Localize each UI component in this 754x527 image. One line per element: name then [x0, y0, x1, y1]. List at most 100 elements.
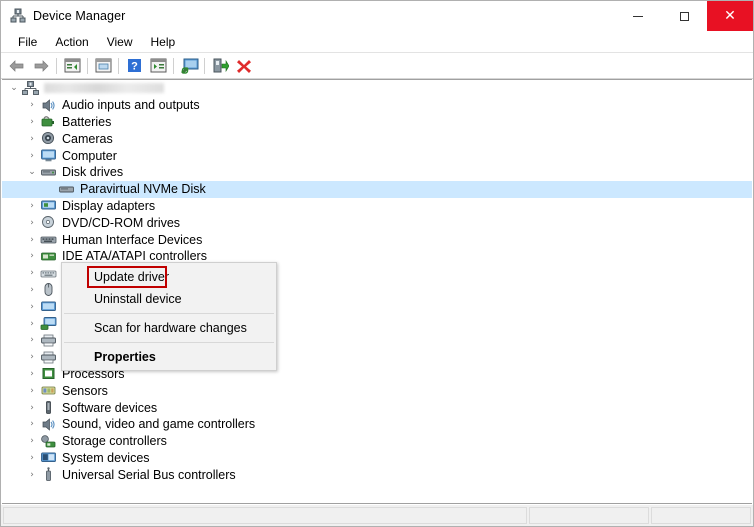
- context-menu-item-properties[interactable]: Properties: [62, 346, 276, 368]
- uninstall-device-button[interactable]: [232, 55, 256, 77]
- storage-controller-icon: [40, 434, 57, 449]
- chevron-right-icon[interactable]: ›: [24, 201, 40, 211]
- tree-item-label: Human Interface Devices: [62, 232, 203, 247]
- tree-item-storage-controllers[interactable]: › Storage controllers: [2, 433, 752, 450]
- tree-item-system-devices[interactable]: › System devices: [2, 450, 752, 467]
- tree-item-label: Audio inputs and outputs: [62, 98, 200, 113]
- tree-item-display-adapters[interactable]: › Display adapters: [2, 198, 752, 215]
- tree-item-paravirtual-nvme-disk[interactable]: Paravirtual NVMe Disk: [2, 180, 752, 198]
- tree-item-label: Disk drives: [62, 165, 124, 180]
- tree-item-computer[interactable]: › Computer: [2, 147, 752, 164]
- disk-drive-icon: [40, 165, 57, 180]
- maximize-button[interactable]: [661, 1, 707, 31]
- chevron-right-icon[interactable]: ›: [24, 218, 40, 228]
- chevron-right-icon[interactable]: ›: [24, 235, 40, 245]
- chevron-right-icon[interactable]: ›: [24, 134, 40, 144]
- tree-item-label: Batteries: [62, 114, 112, 129]
- tree-item-sound-video-and-game-controllers[interactable]: › Sound, video and game controllers: [2, 416, 752, 433]
- menu-item-action[interactable]: Action: [46, 33, 97, 51]
- system-device-icon: [40, 450, 57, 465]
- chevron-right-icon[interactable]: ›: [24, 369, 40, 379]
- chevron-right-icon[interactable]: ›: [24, 436, 40, 446]
- chevron-right-icon[interactable]: ›: [24, 352, 40, 362]
- tree-item-universal-serial-bus-controllers[interactable]: › Universal Serial Bus controllers: [2, 466, 752, 483]
- toolbar-separator-1: [56, 57, 57, 74]
- toolbar-separator-3: [118, 57, 119, 74]
- context-menu-item-scan-for-hardware-changes[interactable]: Scan for hardware changes: [62, 317, 276, 339]
- tree-item-software-devices[interactable]: › Software devices: [2, 399, 752, 416]
- properties-button[interactable]: [91, 55, 115, 77]
- show-hide-action-pane-button[interactable]: [146, 55, 170, 77]
- forward-button[interactable]: [29, 55, 53, 77]
- chevron-right-icon[interactable]: ›: [24, 419, 40, 429]
- monitor-icon: [40, 299, 57, 314]
- tree-item-cameras[interactable]: › Cameras: [2, 130, 752, 147]
- status-panel-2: [529, 507, 649, 524]
- context-menu-item-uninstall-device[interactable]: Uninstall device: [62, 288, 276, 310]
- toolbar-separator-5: [204, 57, 205, 74]
- update-driver-button[interactable]: [208, 55, 232, 77]
- menu-item-help[interactable]: Help: [142, 33, 185, 51]
- tree-item-batteries[interactable]: › Batteries: [2, 114, 752, 131]
- sound-controller-icon: [40, 417, 57, 432]
- status-panel-3: [651, 507, 751, 524]
- menu-bar: File Action View Help: [1, 31, 753, 53]
- menu-item-file[interactable]: File: [9, 33, 46, 51]
- menu-item-view[interactable]: View: [98, 33, 142, 51]
- chevron-right-icon[interactable]: ›: [24, 470, 40, 480]
- chevron-right-icon[interactable]: ›: [24, 151, 40, 161]
- svg-text:?: ?: [131, 61, 138, 73]
- close-icon: ✕: [724, 8, 736, 24]
- print-queue-icon: [40, 333, 57, 348]
- tree-item-audio-inputs-and-outputs[interactable]: › Audio inputs and outputs: [2, 97, 752, 114]
- context-menu-separator-2: [64, 342, 274, 343]
- toolbar-separator-4: [173, 57, 174, 74]
- tree-item-label: System devices: [62, 450, 150, 465]
- chevron-right-icon[interactable]: ›: [24, 251, 40, 261]
- tree-item-label: Universal Serial Bus controllers: [62, 467, 236, 482]
- chevron-right-icon[interactable]: ›: [24, 386, 40, 396]
- chevron-right-icon[interactable]: ›: [24, 117, 40, 127]
- chevron-right-icon[interactable]: ›: [24, 335, 40, 345]
- chevron-right-icon[interactable]: ›: [24, 285, 40, 295]
- chevron-right-icon[interactable]: ›: [24, 403, 40, 413]
- device-manager-window: Device Manager ✕ File Action View Help ?…: [0, 0, 754, 527]
- status-bar: [1, 504, 753, 526]
- processor-icon: [40, 366, 57, 381]
- maximize-icon: [679, 11, 689, 21]
- network-adapter-icon: [40, 316, 57, 331]
- chevron-right-icon[interactable]: ›: [24, 453, 40, 463]
- chevron-right-icon[interactable]: ›: [24, 319, 40, 329]
- tree-root-node[interactable]: ⌄: [2, 80, 752, 97]
- chevron-right-icon[interactable]: ›: [24, 100, 40, 110]
- printer-icon: [40, 350, 57, 365]
- back-button[interactable]: [5, 55, 29, 77]
- window-controls: ✕: [615, 1, 753, 31]
- display-adapter-icon: [40, 198, 57, 213]
- chevron-down-icon[interactable]: ⌄: [24, 167, 40, 177]
- device-tree-panel[interactable]: ⌄ › Audio inputs and outputs › Batteries…: [2, 79, 752, 504]
- usb-controller-icon: [40, 467, 57, 482]
- show-hide-console-tree-button[interactable]: [60, 55, 84, 77]
- chevron-right-icon[interactable]: ›: [24, 268, 40, 278]
- scan-for-hardware-changes-button[interactable]: [177, 55, 201, 77]
- context-menu-separator-1: [64, 313, 274, 314]
- help-button[interactable]: ?: [122, 55, 146, 77]
- close-button[interactable]: ✕: [707, 1, 753, 31]
- chevron-down-icon[interactable]: ⌄: [6, 83, 22, 93]
- hid-icon: [40, 232, 57, 247]
- sensor-icon: [40, 383, 57, 398]
- speaker-icon: [40, 98, 57, 113]
- context-menu-item-update-driver[interactable]: Update driver: [62, 266, 276, 288]
- tree-item-dvd-cd-rom-drives[interactable]: › DVD/CD-ROM drives: [2, 214, 752, 231]
- tree-item-disk-drives[interactable]: ⌄ Disk drives: [2, 164, 752, 181]
- tree-item-label: Software devices: [62, 400, 158, 415]
- computer-root-icon: [22, 80, 39, 96]
- minimize-button[interactable]: [615, 1, 661, 31]
- chevron-right-icon[interactable]: ›: [24, 302, 40, 312]
- context-menu[interactable]: Update driver Uninstall device Scan for …: [61, 262, 277, 371]
- redacted-computer-name: [44, 83, 164, 94]
- tree-item-sensors[interactable]: › Sensors: [2, 382, 752, 399]
- camera-icon: [40, 131, 57, 146]
- tree-item-human-interface-devices[interactable]: › Human Interface Devices: [2, 231, 752, 248]
